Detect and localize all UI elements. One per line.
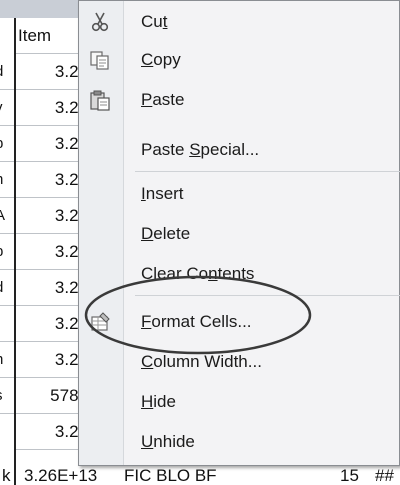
left-cell[interactable]: [0, 306, 14, 342]
left-cell[interactable]: s: [0, 378, 14, 414]
format-cells-icon: [89, 311, 111, 333]
menu-item-clear-contents[interactable]: Clear Contents: [79, 255, 400, 293]
menu-item-label: Insert: [141, 184, 184, 203]
menu-item-unhide[interactable]: Unhide: [79, 423, 400, 461]
menu-item-hide[interactable]: Hide: [79, 383, 400, 421]
bottom-left-glyph: k: [2, 466, 11, 485]
left-cell[interactable]: v: [0, 90, 14, 126]
menu-item-label: Column Width...: [141, 352, 262, 371]
menu-item-cut[interactable]: Cut: [79, 3, 400, 41]
menu-separator: [135, 171, 400, 172]
left-cell[interactable]: d: [0, 270, 14, 306]
scissors-icon: [89, 11, 111, 33]
column-header-bar: [0, 0, 90, 19]
context-menu: Cut Copy Paste Paste Special... Insert D…: [78, 0, 400, 466]
bottom-cell-b[interactable]: FIC BLO BF: [124, 466, 217, 485]
bottom-partial-row: k 3.26E+13 FIC BLO BF 15 ##: [0, 466, 400, 485]
left-cell[interactable]: A: [0, 198, 14, 234]
left-cell[interactable]: p: [0, 234, 14, 270]
paste-icon: [89, 89, 111, 111]
menu-item-label: Unhide: [141, 432, 195, 451]
menu-item-label: Format Cells...: [141, 312, 252, 331]
left-cell[interactable]: h: [0, 162, 14, 198]
menu-item-label: Cut: [141, 12, 168, 31]
copy-icon: [89, 49, 111, 71]
left-column-clipped: d v b h A p d n s: [0, 18, 16, 485]
bottom-cell-c[interactable]: 15: [340, 466, 359, 485]
bottom-cell-d[interactable]: ##: [375, 466, 394, 485]
menu-item-label: Paste: [141, 90, 185, 109]
menu-item-label: Delete: [141, 224, 191, 243]
menu-item-label: Copy: [141, 50, 181, 69]
left-cell[interactable]: b: [0, 126, 14, 162]
menu-separator: [135, 295, 400, 296]
left-cell[interactable]: n: [0, 342, 14, 378]
menu-item-label: Clear Contents: [141, 264, 255, 283]
menu-item-paste[interactable]: Paste: [79, 81, 400, 119]
screenshot-frame: d v b h A p d n s Item 3.26 3.26 3.26 3.…: [0, 0, 400, 485]
menu-item-label: Hide: [141, 392, 176, 411]
menu-item-paste-special[interactable]: Paste Special...: [79, 131, 400, 169]
menu-item-insert[interactable]: Insert: [79, 175, 400, 213]
menu-item-column-width[interactable]: Column Width...: [79, 343, 400, 381]
menu-item-delete[interactable]: Delete: [79, 215, 400, 253]
left-cell[interactable]: d: [0, 54, 14, 90]
bottom-cell-a[interactable]: 3.26E+13: [24, 466, 97, 485]
menu-item-copy[interactable]: Copy: [79, 41, 400, 79]
menu-item-format-cells[interactable]: Format Cells...: [79, 303, 400, 341]
menu-item-label: Paste Special...: [141, 140, 260, 159]
